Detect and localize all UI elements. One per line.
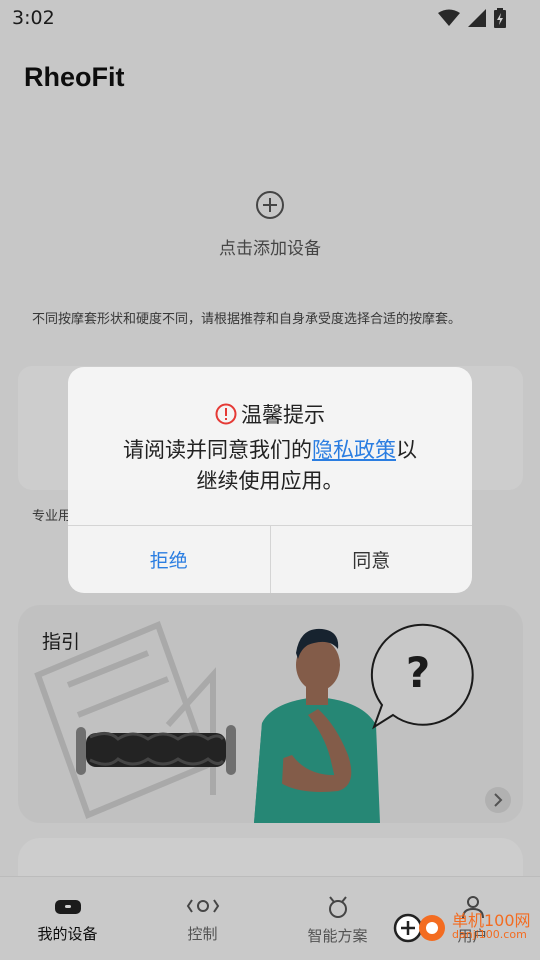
privacy-dialog: 温馨提示 请阅读并同意我们的隐私政策以 继续使用应用。 拒绝 同意	[68, 367, 472, 593]
dialog-body-mid: 以	[396, 438, 417, 462]
privacy-policy-link[interactable]: 隐私政策	[312, 438, 396, 462]
warning-icon	[215, 403, 237, 425]
watermark: 单机100网 danji100.com	[392, 912, 531, 944]
dialog-body-prefix: 请阅读并同意我们的	[123, 438, 312, 462]
watermark-main-text: 单机100网	[452, 911, 531, 930]
reject-button[interactable]: 拒绝	[68, 526, 271, 593]
watermark-sub-text: danji100.com	[452, 928, 527, 941]
dialog-body: 请阅读并同意我们的隐私政策以 继续使用应用。	[68, 435, 472, 497]
dialog-title: 温馨提示	[68, 399, 472, 429]
dialog-actions: 拒绝 同意	[68, 525, 472, 593]
dialog-body-suffix: 继续使用应用。	[196, 469, 344, 493]
agree-button[interactable]: 同意	[271, 526, 473, 593]
dialog-title-text: 温馨提示	[241, 403, 325, 427]
watermark-logo	[393, 913, 445, 943]
